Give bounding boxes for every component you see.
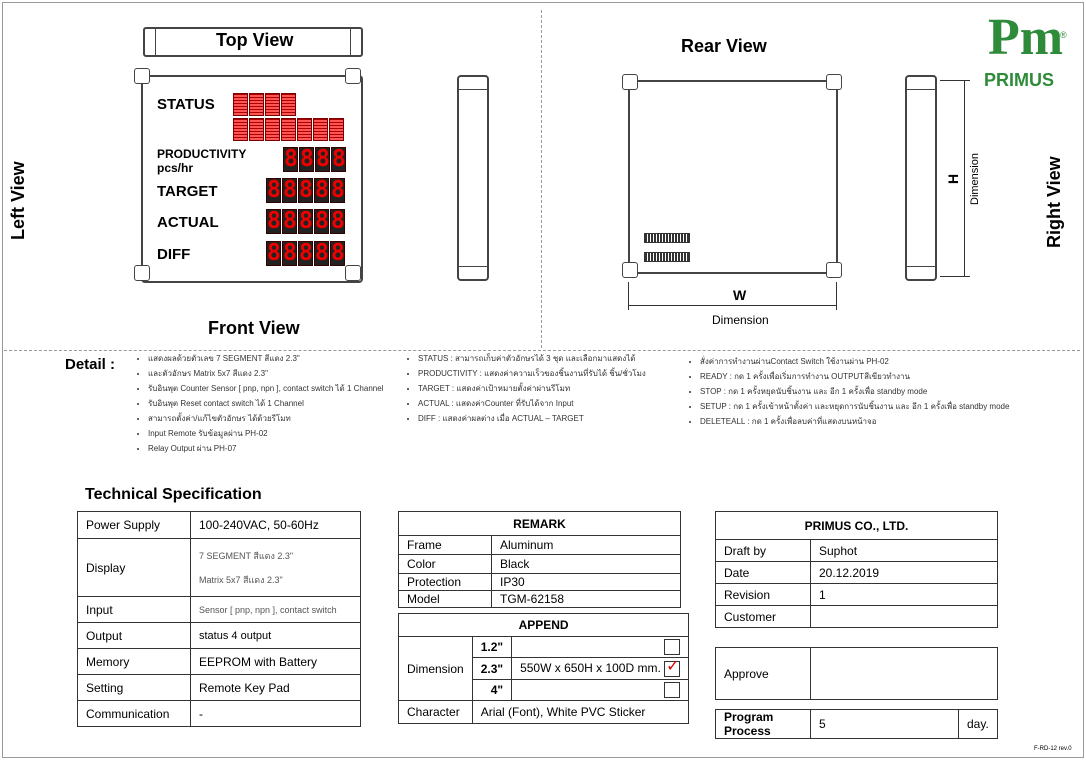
detail-item: STOP : กด 1 ครั้งหยุดนับชิ้นงาน และ อีก … bbox=[700, 387, 1042, 397]
actual-label: ACTUAL bbox=[157, 214, 219, 231]
detail-item: Input Remote รับข้อมูลผ่าน PH-02 bbox=[148, 429, 392, 439]
detail-item: DELETEALL : กด 1 ครั้งเพื่อลบค่าที่แสดงบ… bbox=[700, 417, 1042, 427]
front-view-title: Front View bbox=[208, 318, 300, 338]
detail-col-3: สั่งค่าการทำงานผ่านContact Switch ใช้งาน… bbox=[682, 357, 1042, 432]
detail-col-1: แสดงผลด้วยตัวเลข 7 SEGMENT สีแดง 2.3" และ… bbox=[130, 354, 392, 459]
right-view-bar bbox=[905, 75, 937, 281]
productivity-unit: pcs/hr bbox=[157, 161, 194, 175]
append-table: APPEND Dimension 1.2" 2.3" 550W x 650H x… bbox=[397, 613, 690, 724]
diff-label: DIFF bbox=[157, 246, 191, 263]
height-dimension-label: Dimension bbox=[969, 153, 981, 205]
detail-item: STATUS : สามารถเก็บค่าตัวอักษรได้ 3 ชุด … bbox=[418, 354, 670, 364]
detail-title: Detail : bbox=[65, 356, 116, 373]
approve-table: Approve bbox=[715, 647, 998, 700]
primus-logo: Pm ® PRIMUS bbox=[984, 9, 1067, 90]
rear-view-title: Rear View bbox=[681, 36, 767, 56]
diff-display: 88888 bbox=[266, 240, 345, 266]
divider-vertical bbox=[541, 10, 542, 348]
detail-col-2: STATUS : สามารถเก็บค่าตัวอักษรได้ 3 ชุด … bbox=[400, 354, 670, 429]
status-matrix-row2 bbox=[233, 118, 344, 141]
form-code: F-RD-12 rev.0 bbox=[1034, 746, 1072, 752]
status-label: STATUS bbox=[157, 96, 215, 113]
status-matrix-row1 bbox=[233, 93, 296, 116]
width-dimension-label: Dimension bbox=[712, 313, 769, 327]
size-1-2-checkbox[interactable] bbox=[664, 639, 681, 655]
tech-spec-title: Technical Specification bbox=[85, 486, 262, 503]
detail-item: Relay Output ผ่าน PH-07 bbox=[148, 444, 392, 454]
detail-item: ACTUAL : แสดงค่าCounter ที่รับได้จาก Inp… bbox=[418, 399, 670, 409]
target-label: TARGET bbox=[157, 183, 218, 200]
width-dimension-line bbox=[628, 305, 836, 306]
company-table: PRIMUS CO., LTD. Draft by Suphot Date 20.1… bbox=[715, 511, 998, 628]
logo-text: PRIMUS bbox=[984, 70, 1055, 90]
detail-item: READY : กด 1 ครั้งเพื่อเริ่มการทำงาน OUT… bbox=[700, 372, 1042, 382]
detail-item: TARGET : แสดงค่าเป้าหมายตั้งค่าผ่านรีโมท bbox=[418, 384, 670, 394]
divider-horizontal bbox=[4, 350, 1080, 351]
detail-item: DIFF : แสดงค่าผลต่าง เมื่อ ACTUAL – TARG… bbox=[418, 414, 670, 424]
height-label: H bbox=[945, 173, 961, 184]
detail-item: แสดงผลด้วยตัวเลข 7 SEGMENT สีแดง 2.3" bbox=[148, 354, 392, 364]
actual-display: 88888 bbox=[266, 208, 345, 234]
logo-mark: Pm bbox=[988, 9, 1064, 66]
detail-item: รับอินพุต Reset contact switch ได้ 1 Cha… bbox=[148, 399, 392, 409]
tech-spec-table: Power Supply 100-240VAC, 50-60Hz Display 7… bbox=[77, 511, 361, 727]
detail-item: และตัวอักษร Matrix 5x7 สีแดง 2.3" bbox=[148, 369, 392, 379]
productivity-display: 8888 bbox=[283, 146, 346, 172]
detail-item: สั่งค่าการทำงานผ่านContact Switch ใช้งาน… bbox=[700, 357, 1042, 367]
left-view-bar bbox=[457, 75, 489, 281]
size-4-checkbox[interactable] bbox=[664, 682, 681, 698]
rear-connector-1 bbox=[644, 233, 690, 243]
detail-item: รับอินพุต Counter Sensor [ pnp, npn ], c… bbox=[148, 384, 392, 394]
top-view-title: Top View bbox=[216, 30, 294, 50]
detail-item: PRODUCTIVITY : แสดงค่าความเร็วของชิ้นงาน… bbox=[418, 369, 670, 379]
rear-panel bbox=[628, 80, 838, 274]
front-panel: STATUS PRODUCTIVITY pcs/hr 8888 TARGET 8… bbox=[141, 75, 363, 283]
width-label: W bbox=[733, 287, 747, 303]
target-display: 88888 bbox=[266, 177, 345, 203]
program-process-table: Program Process 5 day. bbox=[715, 709, 998, 739]
detail-item: สามารถตั้งค่า/แก้ไขตัวอักษร ได้ด้วยรีโมท bbox=[148, 414, 392, 424]
productivity-label: PRODUCTIVITY bbox=[157, 147, 247, 161]
detail-item: SETUP : กด 1 ครั้งเข้าหน้าตั้งค่า และหยุ… bbox=[700, 402, 1042, 412]
right-view-title: Right View bbox=[1044, 156, 1064, 248]
height-dimension-line bbox=[964, 80, 965, 276]
remark-table: REMARK Frame Aluminum Color Black Protecti… bbox=[398, 511, 681, 608]
rear-connector-2 bbox=[644, 252, 690, 262]
size-2-3-checkbox[interactable]: ✓ bbox=[664, 658, 681, 677]
left-view-title: Left View bbox=[8, 161, 28, 240]
